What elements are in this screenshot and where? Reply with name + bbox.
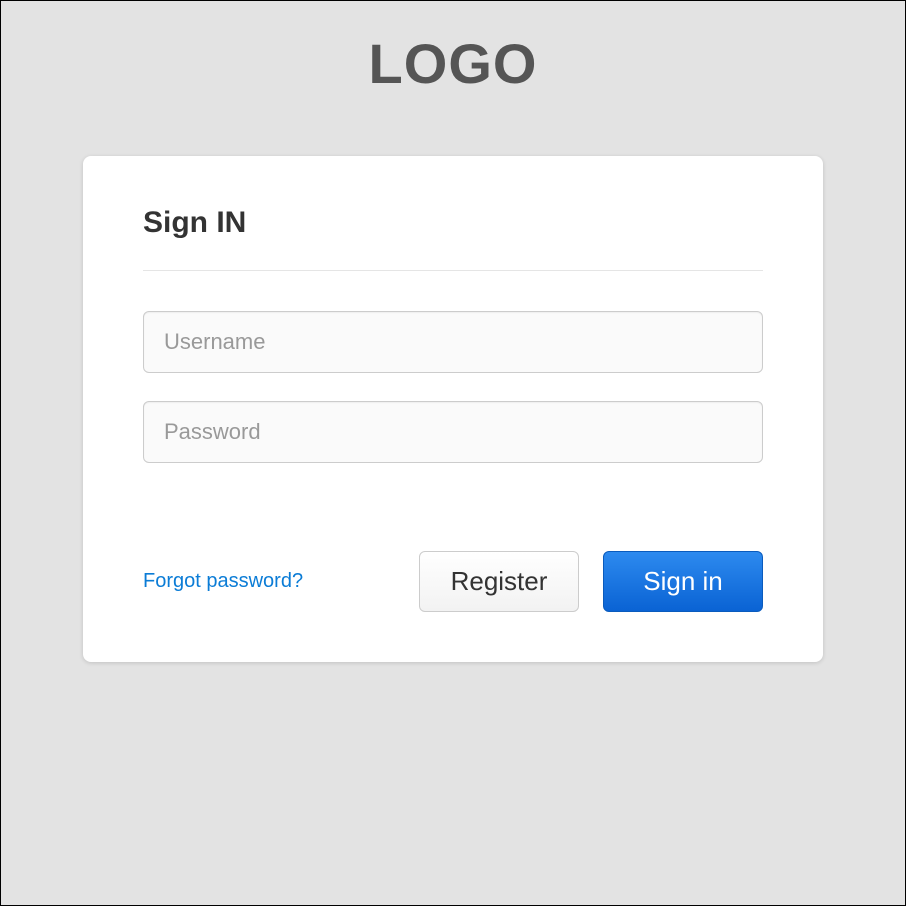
- card-title: Sign IN: [143, 206, 763, 240]
- signin-button[interactable]: Sign in: [603, 551, 763, 612]
- actions-row: Forgot password? Register Sign in: [143, 551, 763, 612]
- forgot-password-link[interactable]: Forgot password?: [143, 570, 395, 593]
- logo-text: LOGO: [1, 31, 905, 96]
- register-button[interactable]: Register: [419, 551, 579, 612]
- username-input[interactable]: [143, 311, 763, 373]
- title-divider: [143, 270, 763, 271]
- signin-card: Sign IN Forgot password? Register Sign i…: [83, 156, 823, 662]
- password-input[interactable]: [143, 401, 763, 463]
